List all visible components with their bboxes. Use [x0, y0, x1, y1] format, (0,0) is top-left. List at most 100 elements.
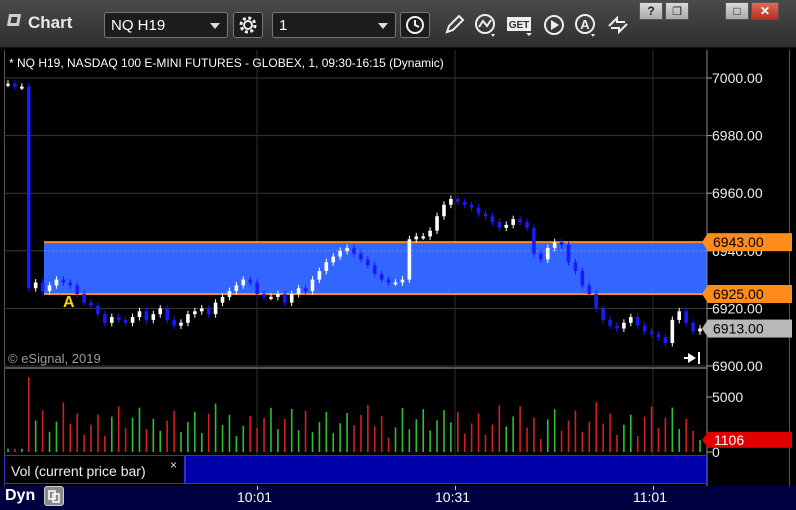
candle-body [317, 270, 322, 280]
candle-body [26, 86, 31, 289]
candle-body [656, 334, 661, 338]
candle [151, 310, 156, 324]
study-header-bar [185, 455, 707, 484]
candle [442, 201, 446, 220]
candle [20, 83, 24, 91]
candle-body [40, 282, 45, 292]
candle [213, 299, 218, 318]
candle-body [622, 322, 626, 329]
candle-body [594, 294, 598, 309]
candle-body [580, 270, 585, 286]
chart-legend: * NQ H19, NASDAQ 100 E-MINI FUTURES - GL… [9, 56, 444, 70]
time-tick-label: 11:01 [633, 489, 667, 505]
candle-body [158, 308, 163, 315]
candle-body [283, 294, 287, 303]
candle-body [199, 308, 204, 312]
candle-body [234, 285, 239, 292]
candle-body [559, 242, 564, 246]
candle-body [483, 213, 488, 217]
candle-body [123, 319, 128, 323]
candle-body [276, 294, 280, 297]
candle-body [449, 198, 453, 205]
candle-body [262, 294, 266, 297]
price-tag-label: 6925.00 [713, 286, 764, 302]
candle [144, 307, 149, 324]
candle-body [642, 325, 647, 332]
candle [137, 307, 142, 321]
study-label[interactable]: Vol (current price bar) [4, 455, 185, 484]
candle-body [33, 282, 38, 289]
copyright-text: © eSignal, 2019 [8, 351, 101, 366]
candle [691, 319, 695, 335]
candle-body [539, 253, 543, 260]
candle-body [310, 279, 315, 292]
candle-body [206, 308, 211, 315]
candle [158, 304, 163, 318]
price-tag: 6943.00 [702, 233, 792, 252]
candle-body [497, 222, 502, 228]
candle-body [61, 279, 66, 283]
candle-body [241, 279, 246, 286]
link-button[interactable] [44, 486, 64, 506]
candle-body [151, 314, 156, 320]
price-tag: 6925.00 [702, 285, 792, 303]
candle-body [670, 319, 675, 343]
candle-body [220, 296, 225, 303]
vol-y-tick-label: 5000 [712, 389, 743, 405]
candle-body [144, 311, 149, 320]
candle-body [684, 311, 688, 323]
price-tags: 6943.00 6925.00 6913.00 [702, 233, 792, 338]
candle-body [677, 311, 682, 320]
dynamic-mode-label[interactable]: Dyn [5, 487, 35, 505]
candle-body [476, 207, 481, 214]
scroll-end-icon[interactable] [684, 352, 700, 364]
candle [33, 279, 38, 292]
price-chart[interactable]: A 7000.006980.006960.006940.006920.00690… [0, 0, 796, 510]
study-label-text: Vol (current price bar) [11, 463, 146, 479]
candle [608, 316, 612, 330]
volume-series [7, 377, 701, 452]
candle [199, 304, 204, 315]
volume-tag: 1106 [702, 431, 792, 448]
candle-body [698, 328, 702, 332]
candle-body [573, 262, 578, 271]
candle-body [75, 285, 79, 294]
candle-body [386, 279, 391, 283]
candle-body [172, 319, 176, 326]
candle [96, 302, 100, 318]
candle [449, 195, 453, 209]
candle [130, 313, 135, 327]
candle-body [456, 198, 460, 202]
candle [6, 80, 10, 88]
chart-marker-a[interactable]: A [63, 294, 75, 311]
candle-body [116, 317, 121, 320]
candle [26, 83, 31, 292]
candle-body [414, 236, 419, 240]
candle [622, 319, 626, 333]
candle [179, 319, 183, 330]
candle [116, 313, 121, 324]
candle [456, 195, 460, 206]
study-close-button[interactable]: × [170, 458, 177, 472]
candle-body [255, 282, 259, 294]
candle [635, 313, 640, 330]
candle [532, 224, 536, 258]
candle [421, 232, 425, 240]
candle-body [331, 256, 336, 263]
candle-body [289, 294, 294, 303]
candle-body [165, 308, 169, 320]
candle-body [366, 259, 370, 266]
price-tag: 6913.00 [702, 319, 792, 338]
candle [677, 307, 682, 324]
candle-body [601, 308, 605, 320]
candle [476, 204, 481, 217]
candle-body [96, 305, 100, 315]
volume-tag-label: 1106 [714, 432, 744, 448]
time-tick-label: 10:31 [435, 489, 471, 505]
candle [462, 198, 467, 209]
volume-tag-pointer [702, 431, 708, 448]
candle [601, 304, 605, 324]
y-tick-label: 6980.00 [712, 128, 763, 144]
link-icon [48, 490, 60, 503]
candle [206, 304, 211, 318]
